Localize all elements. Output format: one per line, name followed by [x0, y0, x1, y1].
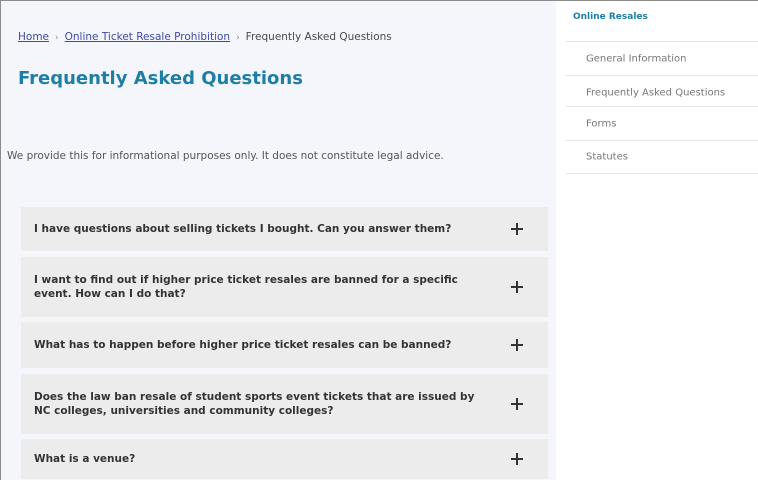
- sidebar-item-general-information[interactable]: General Information: [566, 41, 758, 75]
- faq-question: What is a venue?: [34, 453, 136, 465]
- breadcrumb: Home › Online Ticket Resale Prohibition › Fr…: [18, 31, 392, 43]
- sidebar-item-label: Statutes: [586, 151, 628, 163]
- faq-item[interactable]: Does the law ban resale of student sport…: [21, 374, 548, 434]
- sidebar-item-faq[interactable]: Frequently Asked Questions: [566, 75, 758, 109]
- sidebar-item-forms[interactable]: Forms: [566, 106, 758, 140]
- plus-icon[interactable]: [510, 280, 524, 294]
- faq-question: What has to happen before higher price t…: [34, 339, 452, 351]
- disclaimer-text: We provide this for informational purpos…: [7, 150, 444, 162]
- faq-question: I want to find out if higher price ticke…: [34, 274, 458, 300]
- faq-item[interactable]: What is a venue?: [21, 439, 548, 479]
- sidebar-item-label: General Information: [586, 53, 687, 64]
- faq-item[interactable]: What has to happen before higher price t…: [21, 322, 548, 368]
- main-content: Home › Online Ticket Resale Prohibition › Fr…: [1, 1, 556, 480]
- breadcrumb-separator: ›: [55, 33, 59, 43]
- sidebar: Online Resales General Information Frequ…: [566, 0, 758, 480]
- page-title: Frequently Asked Questions: [18, 68, 303, 89]
- plus-icon[interactable]: [510, 222, 524, 236]
- faq-item[interactable]: I want to find out if higher price ticke…: [21, 257, 548, 317]
- sidebar-title: Online Resales: [573, 12, 648, 22]
- plus-icon[interactable]: [510, 397, 524, 411]
- faq-item[interactable]: I have questions about selling tickets I…: [21, 207, 548, 251]
- plus-icon[interactable]: [510, 338, 524, 352]
- faq-question: I have questions about selling tickets I…: [34, 223, 452, 235]
- faq-question: Does the law ban resale of student sport…: [34, 391, 475, 417]
- sidebar-item-label: Frequently Asked Questions: [586, 87, 726, 98]
- sidebar-item-statutes[interactable]: Statutes: [566, 140, 758, 174]
- sidebar-item-label: Forms: [586, 118, 617, 129]
- plus-icon[interactable]: [510, 452, 524, 466]
- breadcrumb-current: Frequently Asked Questions: [245, 31, 392, 43]
- breadcrumb-home-link[interactable]: Home: [18, 31, 49, 43]
- breadcrumb-parent-link[interactable]: Online Ticket Resale Prohibition: [65, 31, 230, 43]
- breadcrumb-separator: ›: [236, 33, 240, 43]
